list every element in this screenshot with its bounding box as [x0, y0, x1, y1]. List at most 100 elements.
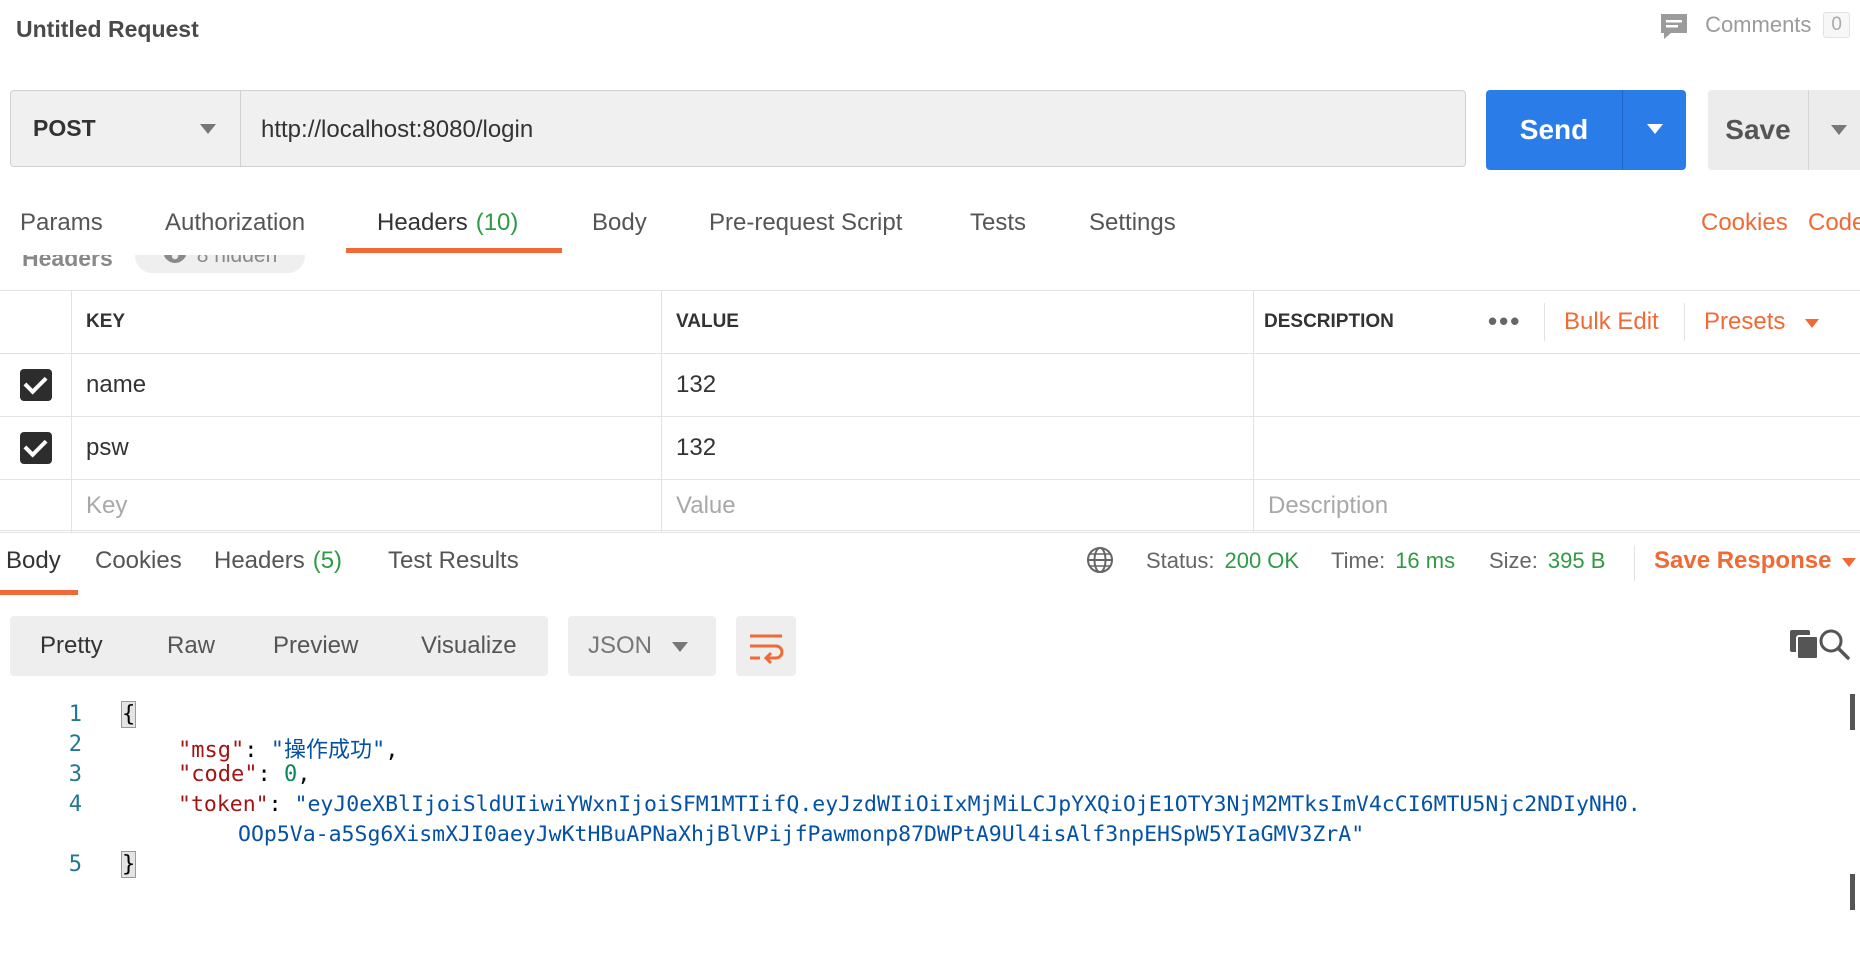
line-number: 3: [68, 762, 82, 787]
response-tab-test-results[interactable]: Test Results: [388, 545, 519, 577]
table-row: psw 132: [0, 417, 1860, 480]
header-key-cell[interactable]: psw: [72, 417, 662, 479]
json-string: "操作成功": [270, 738, 386, 763]
time-label: Time:: [1331, 548, 1386, 573]
tab-params[interactable]: Params: [20, 200, 103, 246]
response-tab-cookies[interactable]: Cookies: [95, 545, 182, 577]
code-line-wrapped: OOp5Va-a5Sg6XismXJI0aeyJwKtHBuAPNaXhjBlV…: [238, 822, 1365, 847]
hidden-headers-label: 8 hidden: [196, 255, 278, 267]
open-brace: {: [120, 701, 137, 728]
divider: [1634, 545, 1635, 581]
close-brace: }: [120, 851, 137, 878]
request-tabs: Params Authorization Headers (10) Body Pr…: [0, 200, 1860, 256]
table-row-new: Key Value Description: [0, 480, 1860, 533]
hidden-headers-toggle[interactable]: 8 hidden: [135, 255, 305, 273]
format-value: JSON: [588, 632, 653, 659]
code-line: {: [120, 701, 137, 728]
json-key: "token": [178, 792, 269, 817]
status-label: Status:: [1146, 548, 1215, 573]
save-response-button[interactable]: Save Response: [1654, 545, 1831, 577]
table-row: name 132: [0, 354, 1860, 417]
description-placeholder[interactable]: Description: [1254, 480, 1860, 532]
view-preview[interactable]: Preview: [273, 616, 358, 676]
tab-body[interactable]: Body: [592, 200, 647, 246]
view-raw[interactable]: Raw: [167, 616, 215, 676]
code-link[interactable]: Code: [1808, 200, 1860, 246]
view-pretty[interactable]: Pretty: [40, 616, 103, 676]
headers-section-header: Headers 8 hidden: [0, 255, 1860, 277]
save-button[interactable]: Save: [1708, 90, 1809, 170]
response-tabs: Body Cookies Headers (5) Test Results Sta…: [0, 530, 1860, 593]
tab-tests[interactable]: Tests: [970, 200, 1026, 246]
response-tab-headers-label: Headers: [214, 547, 305, 574]
response-body-editor[interactable]: 1 2 3 4 5 { "msg": "操作成功", "code": 0, "t…: [0, 694, 1860, 954]
bulk-edit-button[interactable]: Bulk Edit: [1564, 291, 1659, 353]
comment-icon: [1659, 12, 1689, 39]
status-info: Status: 200 OK: [1146, 545, 1299, 577]
send-button[interactable]: Send: [1486, 90, 1623, 170]
line-number: 5: [68, 852, 82, 877]
code-line: "msg": "操作成功",: [178, 738, 399, 763]
row-checkbox-cell: [0, 417, 72, 479]
cookies-link[interactable]: Cookies: [1701, 200, 1788, 246]
chevron-down-icon: [200, 124, 216, 134]
request-bar: POST: [10, 90, 1466, 168]
send-button-group: Send: [1486, 90, 1686, 170]
response-tab-body[interactable]: Body: [6, 545, 61, 577]
time-value: 16 ms: [1395, 548, 1456, 573]
status-value: 200 OK: [1224, 548, 1300, 573]
header-description-cell[interactable]: [1254, 417, 1860, 479]
tab-headers-label: Headers: [377, 209, 468, 236]
url-input[interactable]: [241, 91, 1465, 168]
header-description-cell[interactable]: [1254, 354, 1860, 416]
more-options-icon[interactable]: •••: [1488, 308, 1521, 334]
headers-section-label: Headers: [22, 255, 113, 271]
view-visualize[interactable]: Visualize: [421, 616, 517, 676]
divider: [1684, 303, 1685, 341]
time-info[interactable]: Time: 16 ms: [1331, 545, 1455, 577]
chevron-down-icon: [1831, 125, 1847, 135]
comments-count: 0: [1823, 12, 1850, 38]
tab-authorization[interactable]: Authorization: [165, 200, 305, 246]
method-select[interactable]: POST: [11, 91, 241, 166]
globe-icon[interactable]: [1086, 546, 1114, 574]
format-select[interactable]: JSON: [568, 616, 716, 676]
row-checkbox[interactable]: [19, 432, 52, 464]
request-title[interactable]: Untitled Request: [16, 14, 199, 44]
line-number: 1: [68, 702, 82, 727]
save-button-group: Save: [1708, 90, 1860, 170]
comments-label: Comments: [1705, 12, 1812, 37]
tab-pre-request-script[interactable]: Pre-request Script: [709, 200, 902, 246]
code-line: "code": 0,: [178, 762, 311, 787]
column-header-key: KEY: [72, 291, 662, 353]
size-info[interactable]: Size: 395 B: [1489, 545, 1605, 577]
search-icon[interactable]: [1816, 626, 1852, 662]
header-value-cell[interactable]: 132: [662, 354, 1254, 416]
scrollbar-marker: [1850, 874, 1855, 910]
tab-settings[interactable]: Settings: [1089, 200, 1176, 246]
presets-button[interactable]: Presets: [1704, 291, 1785, 353]
header-value-cell[interactable]: 132: [662, 417, 1254, 479]
tab-headers[interactable]: Headers (10): [377, 200, 518, 246]
headers-table: KEY VALUE DESCRIPTION ••• Bulk Edit Pres…: [0, 290, 1860, 533]
response-tab-headers[interactable]: Headers (5): [214, 545, 342, 577]
chevron-down-icon[interactable]: [1842, 558, 1856, 567]
comments-button[interactable]: Comments 0: [1659, 10, 1850, 40]
chevron-down-icon: [672, 642, 688, 652]
value-placeholder[interactable]: Value: [662, 480, 1254, 532]
json-number: 0: [283, 762, 298, 787]
header-key-cell[interactable]: name: [72, 354, 662, 416]
divider: [1544, 303, 1545, 341]
view-mode-tabs: Pretty Raw Preview Visualize: [10, 616, 548, 676]
wrap-lines-button[interactable]: [736, 616, 796, 676]
code-line: "token": "eyJ0eXBlIjoiSldUIiwiYWxnIjoiSF…: [178, 792, 1641, 817]
editor-scrollbar[interactable]: [1846, 694, 1860, 934]
row-checkbox-cell: [0, 480, 72, 532]
size-label: Size:: [1489, 548, 1538, 573]
active-tab-indicator: [346, 248, 562, 253]
send-options-button[interactable]: [1623, 90, 1686, 170]
save-options-button[interactable]: [1809, 90, 1860, 170]
key-placeholder[interactable]: Key: [72, 480, 662, 532]
row-checkbox[interactable]: [19, 369, 52, 401]
json-key: "code": [178, 762, 258, 787]
